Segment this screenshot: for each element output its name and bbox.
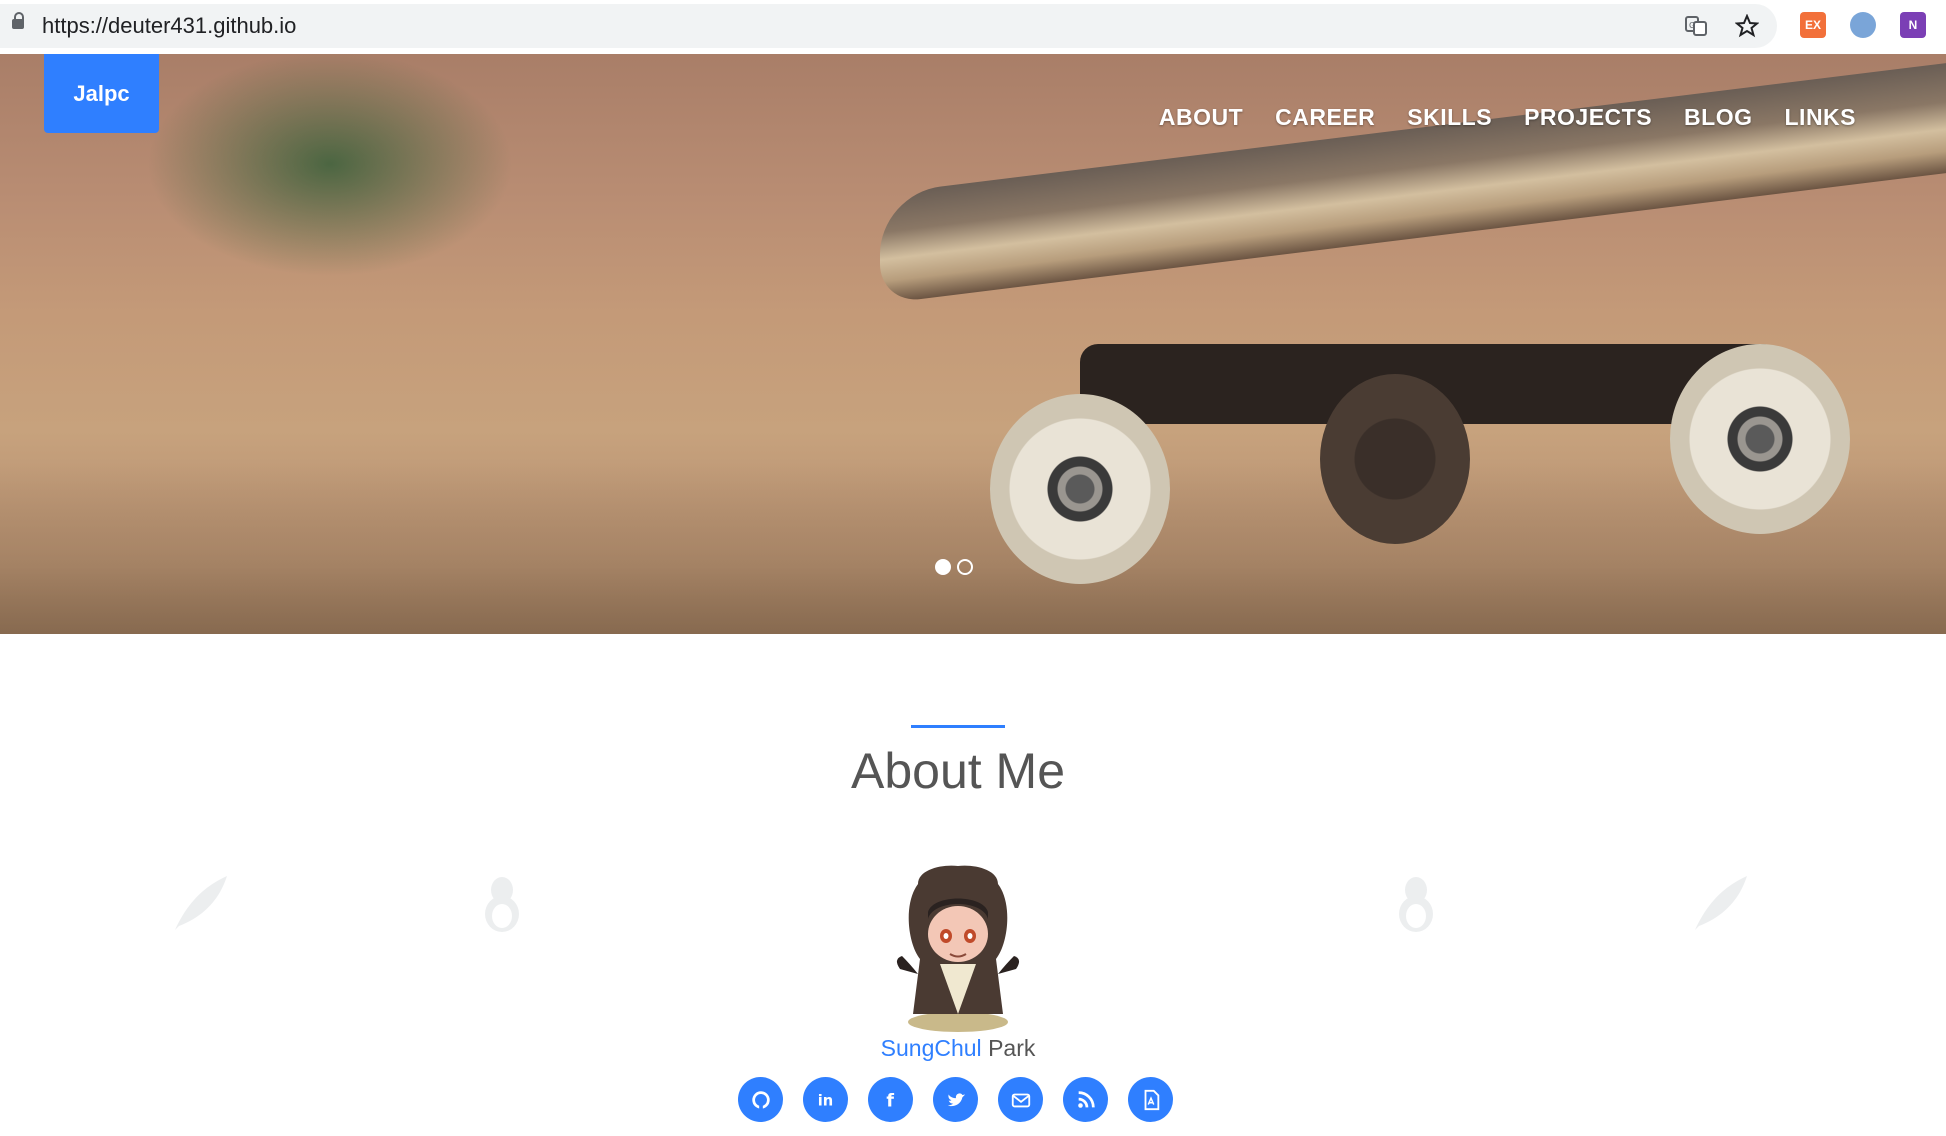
skateboard-wheel-front-left: [990, 394, 1170, 584]
browser-toolbar: https://deuter431.github.io G EX N: [0, 0, 1946, 55]
onenote-icon[interactable]: N: [1900, 12, 1926, 38]
github-icon[interactable]: [738, 1077, 783, 1122]
svg-text:f: f: [886, 1091, 894, 1111]
rss-icon[interactable]: [1063, 1077, 1108, 1122]
hero-banner: [0, 54, 1946, 634]
twitter-icon[interactable]: [933, 1077, 978, 1122]
facebook-icon[interactable]: f: [868, 1077, 913, 1122]
nav-projects[interactable]: PROJECTS: [1524, 104, 1652, 131]
skateboard-wheel-back: [1320, 374, 1470, 544]
feather-icon: [1695, 876, 1747, 930]
linux-penguin-icon: [1399, 877, 1433, 932]
linux-penguin-icon: [485, 877, 519, 932]
avatar: [896, 865, 1020, 1032]
skateboard-deck: [880, 58, 1946, 304]
profile-last-name: Park: [988, 1035, 1036, 1061]
email-icon[interactable]: [998, 1077, 1043, 1122]
nav-skills[interactable]: SKILLS: [1407, 104, 1492, 131]
profile-first-name: SungChul: [880, 1035, 982, 1061]
pdf-icon[interactable]: [1128, 1077, 1173, 1122]
lock-icon: [12, 12, 24, 29]
svg-text:in: in: [817, 1092, 832, 1109]
feather-icon: [175, 876, 227, 930]
bookmark-star-icon[interactable]: [1733, 12, 1761, 40]
extension-sphere-icon[interactable]: [1850, 12, 1876, 38]
brand-logo[interactable]: Jalpc: [44, 54, 159, 133]
section-title: About Me: [850, 743, 1065, 799]
profile-name: SungChul Park: [0, 1035, 1916, 1062]
svg-text:G: G: [1689, 21, 1695, 30]
carousel-dot-1[interactable]: [935, 559, 951, 575]
linkedin-icon[interactable]: in: [803, 1077, 848, 1122]
carousel-indicators: [935, 559, 973, 575]
nav-about[interactable]: ABOUT: [1159, 104, 1243, 131]
address-url[interactable]: https://deuter431.github.io: [42, 13, 296, 39]
skateboard-wheel-front-right: [1670, 344, 1850, 534]
nav-links[interactable]: LINKS: [1785, 104, 1857, 131]
address-bar[interactable]: https://deuter431.github.io: [0, 4, 1777, 48]
nav-blog[interactable]: BLOG: [1684, 104, 1752, 131]
translate-icon[interactable]: G: [1682, 12, 1710, 40]
nav-career[interactable]: CAREER: [1275, 104, 1375, 131]
main-nav: ABOUT CAREER SKILLS PROJECTS BLOG LINKS: [1159, 104, 1856, 131]
extension-ex-icon[interactable]: EX: [1800, 12, 1826, 38]
carousel-dot-2[interactable]: [957, 559, 973, 575]
social-links: in f: [738, 1077, 1173, 1122]
section-divider: [911, 725, 1005, 728]
hero-ground: [0, 464, 1946, 634]
